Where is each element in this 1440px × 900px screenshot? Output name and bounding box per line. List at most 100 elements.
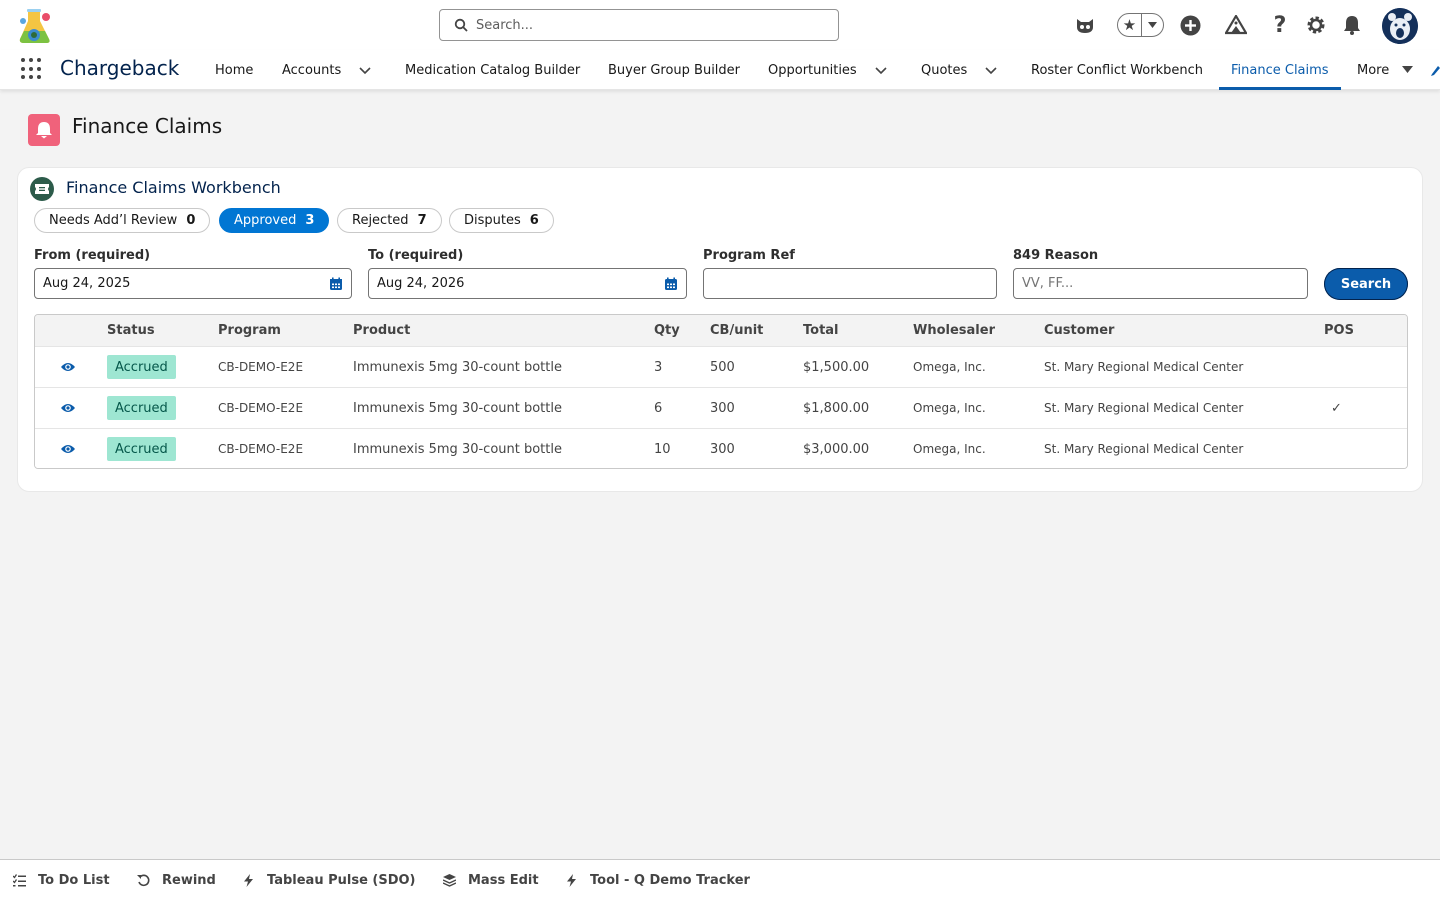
favorite-star-icon[interactable]: ★ <box>1118 14 1142 36</box>
more-caret-down-icon[interactable] <box>1402 66 1413 74</box>
column-header-program[interactable]: Program <box>218 323 281 338</box>
calendar-icon[interactable] <box>329 277 343 291</box>
finance-claims-bell-icon <box>28 114 60 146</box>
to-date-field[interactable] <box>368 268 687 299</box>
utility-rewind[interactable]: Rewind <box>137 860 216 900</box>
cell-cb-unit: 300 <box>710 442 735 457</box>
tab-rejected[interactable]: Rejected 7 <box>337 208 442 233</box>
column-header-qty[interactable]: Qty <box>654 323 680 338</box>
tab-label: Rejected <box>352 213 409 228</box>
utility-q-demo-tracker[interactable]: Tool - Q Demo Tracker <box>565 860 750 900</box>
view-eye-icon[interactable] <box>61 443 75 455</box>
column-header-customer[interactable]: Customer <box>1044 323 1114 338</box>
cell-pos: ✓ <box>1331 401 1342 416</box>
program-ref-field[interactable] <box>703 268 997 299</box>
trailhead-icon[interactable] <box>1223 12 1249 38</box>
nav-item-more[interactable]: More <box>1357 50 1389 90</box>
setup-gear-icon[interactable] <box>1303 12 1329 38</box>
cell-program: CB-DEMO-E2E <box>218 360 304 374</box>
utility-label: To Do List <box>38 873 110 888</box>
nav-item-accounts[interactable]: Accounts <box>282 50 341 90</box>
global-header: ★ ? <box>0 0 1440 50</box>
cell-cb-unit: 500 <box>710 360 735 375</box>
app-nav-bar: Chargeback Home Accounts Medication Cata… <box>0 50 1440 90</box>
search-button[interactable]: Search <box>1324 268 1408 300</box>
column-header-total[interactable]: Total <box>803 323 839 338</box>
bolt-icon <box>567 874 576 887</box>
column-header-wholesaler[interactable]: Wholesaler <box>913 323 995 338</box>
nav-item-finance-claims[interactable]: Finance Claims <box>1219 50 1341 90</box>
column-header-pos[interactable]: POS <box>1324 323 1354 338</box>
program-ref-input[interactable] <box>712 276 954 291</box>
rewind-icon <box>137 874 150 887</box>
table-row: Accrued CB-DEMO-E2E Immunexis 5mg 30-cou… <box>35 428 1407 468</box>
view-eye-icon[interactable] <box>61 402 75 414</box>
nav-item-medication-catalog-builder[interactable]: Medication Catalog Builder <box>405 50 580 90</box>
utility-label: Mass Edit <box>468 873 539 888</box>
reason-849-label: 849 Reason <box>1013 248 1099 263</box>
einstein-assistant-icon[interactable] <box>1072 12 1098 38</box>
utility-to-do-list[interactable]: To Do List <box>13 860 110 900</box>
nav-item-roster-conflict-workbench[interactable]: Roster Conflict Workbench <box>1031 50 1203 90</box>
column-header-status[interactable]: Status <box>107 323 155 338</box>
cell-qty: 3 <box>654 360 663 375</box>
calendar-icon[interactable] <box>664 277 678 291</box>
app-logo[interactable] <box>16 7 56 45</box>
tab-disputes[interactable]: Disputes 6 <box>449 208 554 233</box>
finance-claims-workbench-card: Finance Claims Workbench Needs Add’l Rev… <box>17 167 1423 492</box>
edit-nav-pencil-icon[interactable] <box>1430 64 1440 76</box>
reason-849-field[interactable] <box>1013 268 1308 299</box>
opportunities-chevron-down-icon[interactable] <box>873 62 889 78</box>
from-date-field[interactable] <box>34 268 352 299</box>
cell-program: CB-DEMO-E2E <box>218 442 304 456</box>
tab-label: Needs Add’l Review <box>49 213 178 228</box>
cell-product: Immunexis 5mg 30-count bottle <box>353 360 562 375</box>
reason-849-input[interactable] <box>1022 276 1265 291</box>
cell-customer: St. Mary Regional Medical Center <box>1044 360 1244 374</box>
utility-mass-edit[interactable]: Mass Edit <box>443 860 539 900</box>
cell-total: $3,000.00 <box>803 442 870 457</box>
user-avatar[interactable] <box>1382 8 1418 44</box>
table-row: Accrued CB-DEMO-E2E Immunexis 5mg 30-cou… <box>35 387 1407 428</box>
utility-tableau-pulse[interactable]: Tableau Pulse (SDO) <box>242 860 416 900</box>
global-search[interactable] <box>439 9 839 41</box>
search-input[interactable] <box>476 17 816 33</box>
from-date-input[interactable] <box>43 276 305 291</box>
quotes-chevron-down-icon[interactable] <box>983 62 999 78</box>
tab-needs-review[interactable]: Needs Add’l Review 0 <box>34 208 211 233</box>
column-header-product[interactable]: Product <box>353 323 410 338</box>
nav-item-home[interactable]: Home <box>215 50 253 90</box>
app-name: Chargeback <box>60 56 180 80</box>
favorites-dropdown-icon[interactable] <box>1142 22 1163 28</box>
cell-wholesaler: Omega, Inc. <box>913 401 986 415</box>
from-date-label: From (required) <box>34 248 151 263</box>
tab-label: Approved <box>234 213 297 228</box>
global-actions-icon[interactable] <box>1177 12 1203 38</box>
workbench-ticket-icon <box>30 177 54 201</box>
app-launcher-icon[interactable] <box>21 58 43 80</box>
cell-total: $1,500.00 <box>803 360 870 375</box>
cell-total: $1,800.00 <box>803 401 870 416</box>
view-eye-icon[interactable] <box>61 361 75 373</box>
cell-product: Immunexis 5mg 30-count bottle <box>353 401 562 416</box>
help-icon[interactable]: ? <box>1267 12 1293 38</box>
cell-customer: St. Mary Regional Medical Center <box>1044 401 1244 415</box>
tab-approved[interactable]: Approved 3 <box>219 208 330 233</box>
nav-item-quotes[interactable]: Quotes <box>921 50 967 90</box>
accounts-chevron-down-icon[interactable] <box>357 62 373 78</box>
tab-count: 6 <box>529 213 539 228</box>
cell-qty: 6 <box>654 401 663 416</box>
nav-item-opportunities[interactable]: Opportunities <box>768 50 857 90</box>
notifications-bell-icon[interactable] <box>1339 12 1365 38</box>
to-date-input[interactable] <box>377 276 640 291</box>
nav-item-buyer-group-builder[interactable]: Buyer Group Builder <box>608 50 740 90</box>
layers-icon <box>443 874 456 887</box>
program-ref-label: Program Ref <box>703 248 795 263</box>
tab-count: 0 <box>186 213 196 228</box>
search-icon <box>454 18 468 32</box>
column-header-cb-unit[interactable]: CB/unit <box>710 323 763 338</box>
status-badge: Accrued <box>107 355 176 379</box>
status-badge: Accrued <box>107 396 176 420</box>
to-date-label: To (required) <box>368 248 464 263</box>
favorites-group: ★ <box>1117 13 1164 37</box>
